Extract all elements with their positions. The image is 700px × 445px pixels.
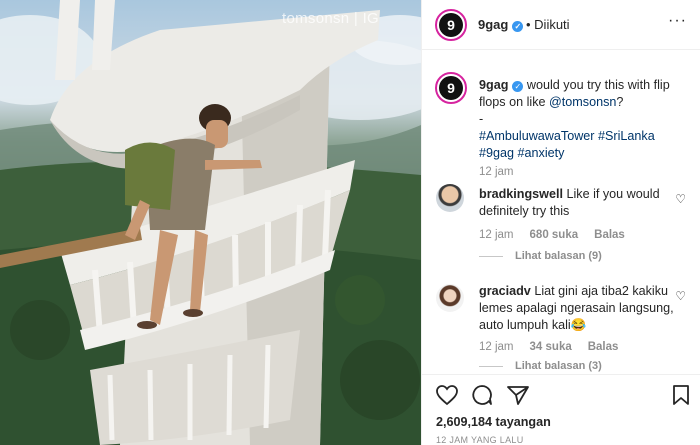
caption-time: 12 jam: [479, 166, 514, 178]
watermark: tomsonsn | IG: [282, 10, 380, 27]
reply-button[interactable]: Balas: [594, 229, 625, 241]
comment-text: bradkingswell Like if you would definite…: [479, 187, 660, 218]
follow-status[interactable]: • Diikuti: [526, 17, 570, 32]
post-caption: 9gag ✓ would you try this with flip flops…: [479, 78, 670, 160]
caption-username[interactable]: 9gag: [479, 78, 508, 92]
comment-text: graciadv Liat gini aja tiba2 kakiku leme…: [479, 284, 674, 332]
post-timestamp: 12 JAM YANG LALU: [436, 435, 524, 445]
like-comment-icon[interactable]: ♡: [675, 192, 686, 206]
mention-link[interactable]: @tomsonsn: [549, 95, 616, 109]
share-send-icon[interactable]: [506, 384, 530, 406]
like-heart-icon[interactable]: [435, 384, 459, 406]
action-bar: 2,609,184 tayangan 12 JAM YANG LALU: [422, 374, 700, 445]
comment-meta: 12 jam 680 suka Balas: [479, 229, 625, 241]
comment-bubble-icon[interactable]: [470, 384, 494, 406]
comment-meta: 12 jam 34 suka Balas: [479, 341, 619, 353]
more-options-icon[interactable]: ···: [668, 12, 687, 30]
commenter-avatar[interactable]: [436, 284, 464, 312]
like-comment-icon[interactable]: ♡: [675, 289, 686, 303]
view-count[interactable]: 2,609,184 tayangan: [436, 415, 551, 429]
view-replies-button[interactable]: Lihat balasan (9): [479, 250, 602, 262]
hashtags[interactable]: #AmbuluwawaTower #SriLanka #9gag #anxiet…: [479, 129, 655, 160]
commenter-username[interactable]: bradkingswell: [479, 187, 563, 201]
comment-likes[interactable]: 34 suka: [530, 341, 572, 353]
commenter-username[interactable]: graciadv: [479, 284, 531, 298]
post-header: 9 9gag ✓ • Diikuti ···: [422, 0, 700, 50]
reply-button[interactable]: Balas: [588, 341, 619, 353]
author-avatar[interactable]: 9: [435, 9, 467, 41]
verified-badge-icon: ✓: [512, 81, 524, 92]
post-side-panel: 9 9gag ✓ • Diikuti ··· 9 9gag ✓ would you …: [421, 0, 700, 445]
commenter-avatar[interactable]: [436, 184, 464, 212]
verified-badge-icon: ✓: [512, 21, 524, 32]
author-username[interactable]: 9gag ✓: [478, 17, 524, 32]
post-video[interactable]: tomsonsn | IG: [0, 0, 421, 445]
tower-scene: [0, 0, 421, 445]
caption-avatar[interactable]: 9: [435, 72, 467, 104]
comment-likes[interactable]: 680 suka: [530, 229, 579, 241]
save-bookmark-icon[interactable]: [672, 384, 690, 406]
view-replies-button[interactable]: Lihat balasan (3): [479, 360, 602, 372]
